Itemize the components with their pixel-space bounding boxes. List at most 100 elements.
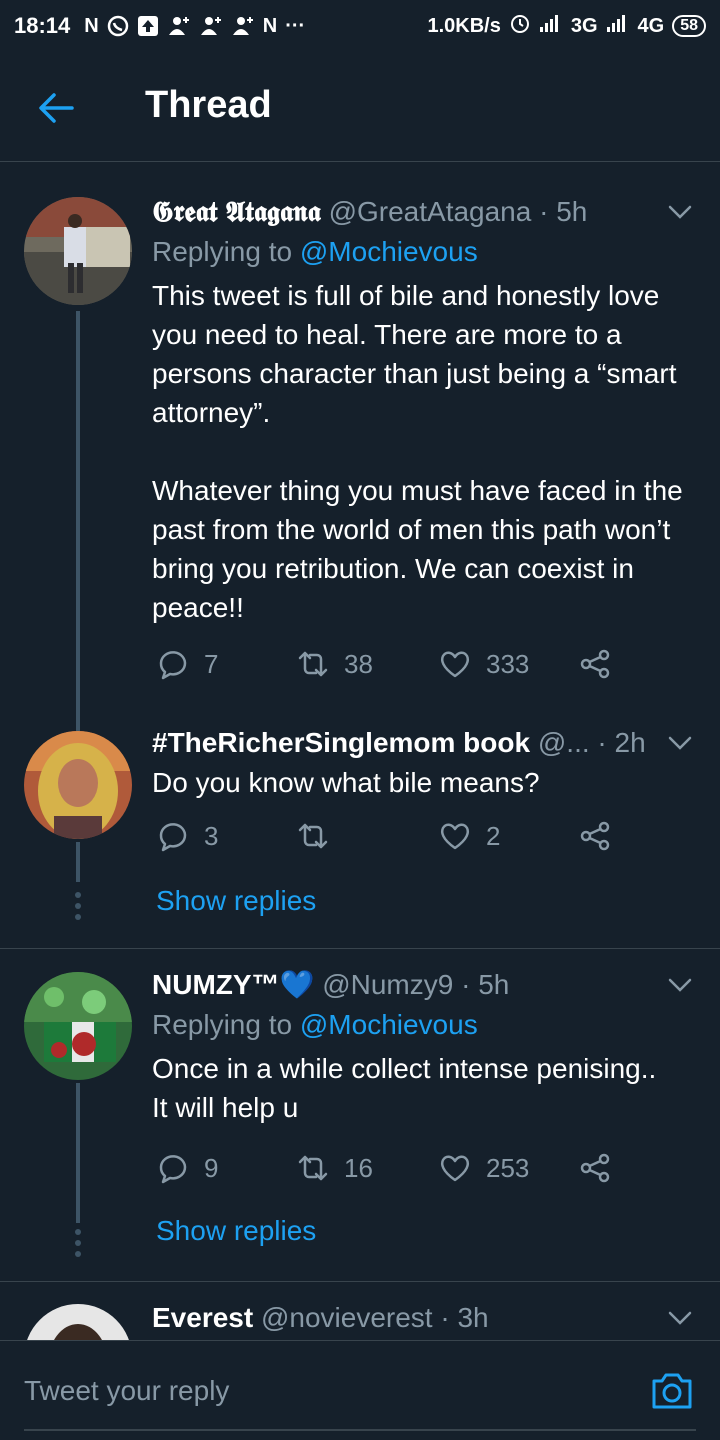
add-user-icon <box>231 15 255 37</box>
tweet[interactable]: NUMZY™💙 @Numzy9 · 5h Replying to @Mochie… <box>0 949 720 1279</box>
share-button[interactable] <box>578 819 612 853</box>
like-button[interactable]: 253 <box>438 1151 529 1185</box>
share-icon <box>580 649 610 679</box>
tweet-reply-input[interactable]: Tweet your reply <box>24 1375 229 1407</box>
whatsapp-icon <box>107 15 129 37</box>
tweet[interactable]: 𝕲𝖗𝖊𝖆𝖙 𝕬𝖙𝖆𝖌𝖆𝖓𝖆 @GreatAtagana · 5h Replyin… <box>0 172 720 732</box>
share-button[interactable] <box>578 647 612 681</box>
display-name[interactable]: Everest <box>152 1302 253 1333</box>
tweet-text: Do you know what bile means? <box>152 767 540 798</box>
display-name[interactable]: 𝕲𝖗𝖊𝖆𝖙 𝕬𝖙𝖆𝖌𝖆𝖓𝖆 <box>152 196 321 227</box>
tweet-actions: 3 2 <box>156 819 626 859</box>
retweet-icon <box>298 651 328 677</box>
reply-count: 7 <box>204 648 219 679</box>
heart-icon <box>440 651 470 678</box>
handle[interactable]: @GreatAtagana <box>329 196 532 227</box>
like-count: 2 <box>486 820 501 851</box>
show-replies-link[interactable]: Show replies <box>156 1215 316 1247</box>
tweet-content: Everest @novieverest · 3h <box>152 1298 702 1338</box>
show-replies-link[interactable]: Show replies <box>156 885 316 917</box>
reply-button[interactable]: 9 <box>156 1151 218 1185</box>
retweet-icon <box>298 1155 328 1181</box>
status-time: 18:14 <box>14 13 71 38</box>
thread-dots <box>74 892 82 925</box>
thread-header: Thread <box>0 52 720 162</box>
status-bar: 18:14 N N ··· 1.0KB/s 3G 4G 58 <box>0 0 720 52</box>
heart-icon <box>440 823 470 850</box>
display-name[interactable]: NUMZY™💙 <box>152 969 314 1000</box>
tweet-actions: 9 16 253 <box>156 1151 626 1191</box>
thread-dots <box>74 1229 82 1262</box>
tweet-time: · 3h <box>440 1302 489 1333</box>
more-notifications-icon: ··· <box>285 14 306 37</box>
thread-list[interactable]: 𝕲𝖗𝖊𝖆𝖙 𝕬𝖙𝖆𝖌𝖆𝖓𝖆 @GreatAtagana · 5h Replyin… <box>0 172 720 1340</box>
reply-button[interactable]: 3 <box>156 819 218 853</box>
tweet[interactable]: Everest @novieverest · 3h <box>0 1282 720 1340</box>
page-title: Thread <box>145 84 272 126</box>
retweet-button[interactable] <box>296 819 344 853</box>
retweet-button[interactable]: 38 <box>296 647 373 681</box>
reply-count: 3 <box>204 820 219 851</box>
reply-button[interactable]: 7 <box>156 647 218 681</box>
network-4g: 4G <box>637 14 665 37</box>
handle[interactable]: @Numzy9 <box>322 969 453 1000</box>
mention-link[interactable]: @Mochievous <box>300 236 478 267</box>
like-button[interactable]: 333 <box>438 647 529 681</box>
retweet-count: 16 <box>344 1152 373 1183</box>
back-arrow-icon[interactable] <box>36 88 76 128</box>
replying-prefix: Replying to <box>152 236 293 267</box>
add-user-icon <box>199 15 223 37</box>
thread-connector <box>76 311 80 731</box>
tweet-content: #TheRicherSinglemom book @... · 2h Do yo… <box>152 723 702 802</box>
reply-icon <box>159 1155 187 1184</box>
share-icon <box>580 821 610 851</box>
tweet[interactable]: #TheRicherSinglemom book @... · 2h Do yo… <box>0 717 720 947</box>
replying-prefix: Replying to <box>152 1009 293 1040</box>
tweet-meta: NUMZY™💙 @Numzy9 · 5h <box>152 965 702 1005</box>
retweet-icon <box>298 823 328 849</box>
retweet-button[interactable]: 16 <box>296 1151 373 1185</box>
share-button[interactable] <box>578 1151 612 1185</box>
reply-icon <box>159 823 187 852</box>
tweet-content: 𝕲𝖗𝖊𝖆𝖙 𝕬𝖙𝖆𝖌𝖆𝖓𝖆 @GreatAtagana · 5h Replyin… <box>152 192 702 627</box>
tweet-time: · 5h <box>461 969 510 1000</box>
battery-indicator: 58 <box>672 15 706 37</box>
reply-icon <box>159 651 187 680</box>
handle[interactable]: @... <box>538 727 590 758</box>
tweet-text: Once in a while collect intense penising… <box>152 1053 657 1123</box>
replying-to: Replying to @Mochievous <box>152 1005 702 1045</box>
display-name[interactable]: #TheRicherSinglemom book <box>152 727 530 758</box>
heart-icon <box>440 1155 470 1182</box>
thread-connector <box>76 842 80 882</box>
network-speed: 1.0KB/s <box>427 14 501 37</box>
tweet-time: · 5h <box>539 196 588 227</box>
network-3g: 3G <box>570 14 598 37</box>
notification-n-icon: N <box>84 14 99 37</box>
handle[interactable]: @novieverest <box>261 1302 433 1333</box>
replying-to: Replying to @Mochievous <box>152 232 702 272</box>
tweet-text: This tweet is full of bile and honestly … <box>152 280 683 623</box>
add-user-icon <box>167 15 191 37</box>
avatar[interactable] <box>24 731 132 839</box>
reply-count: 9 <box>204 1152 219 1183</box>
tweet-time: · 2h <box>597 727 646 758</box>
upload-icon <box>137 15 159 37</box>
mention-link[interactable]: @Mochievous <box>300 1009 478 1040</box>
tweet-content: NUMZY™💙 @Numzy9 · 5h Replying to @Mochie… <box>152 965 702 1127</box>
alarm-icon <box>509 12 531 40</box>
share-icon <box>580 1153 610 1183</box>
input-underline <box>24 1429 696 1431</box>
avatar[interactable] <box>24 197 132 305</box>
like-count: 333 <box>486 648 530 679</box>
avatar[interactable] <box>24 1304 132 1340</box>
notification-n-icon: N <box>262 14 278 37</box>
camera-icon[interactable] <box>650 1371 694 1411</box>
reply-composer: Tweet your reply <box>0 1340 720 1440</box>
thread-connector <box>76 1083 80 1223</box>
avatar[interactable] <box>24 972 132 1080</box>
tweet-meta: 𝕲𝖗𝖊𝖆𝖙 𝕬𝖙𝖆𝖌𝖆𝖓𝖆 @GreatAtagana · 5h <box>152 192 702 232</box>
tweet-meta: #TheRicherSinglemom book @... · 2h <box>152 723 702 763</box>
tweet-meta: Everest @novieverest · 3h <box>152 1298 702 1338</box>
like-button[interactable]: 2 <box>438 819 500 853</box>
like-count: 253 <box>486 1152 530 1183</box>
